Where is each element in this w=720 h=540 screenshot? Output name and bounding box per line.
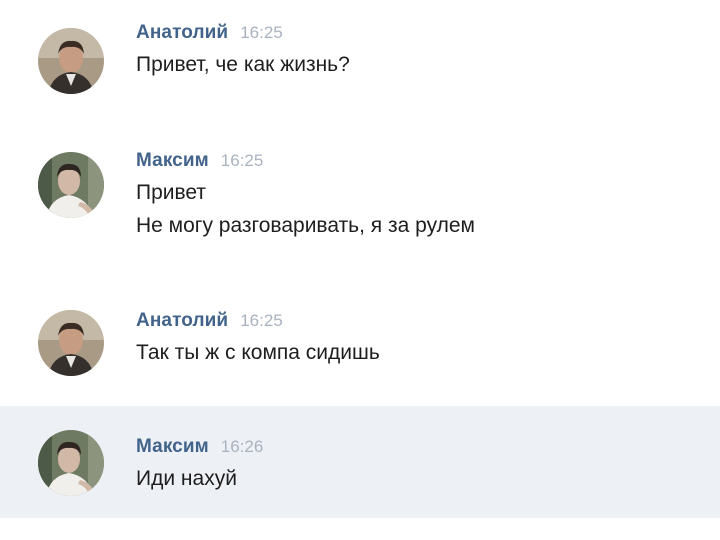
user-avatar-icon — [38, 430, 104, 496]
author-name[interactable]: Максим — [136, 150, 209, 171]
avatar[interactable] — [38, 310, 104, 376]
message-text: Привет — [136, 181, 207, 204]
message-item: Анатолий 16:25 Так ты ж с компа сидишь — [0, 298, 720, 398]
message-item: Максим 16:25 Привет Не могу разговаривать… — [0, 138, 720, 268]
message-text: Так ты ж с компа сидишь — [136, 341, 380, 364]
avatar[interactable] — [38, 430, 104, 496]
avatar[interactable] — [38, 152, 104, 218]
message-text: Не могу разговаривать, я за рулем — [136, 214, 475, 237]
message-text: Привет, че как жизнь? — [136, 53, 350, 76]
author-name[interactable]: Анатолий — [136, 310, 228, 331]
message-item-highlighted: Максим 16:26 Иди нахуй — [0, 406, 720, 518]
avatar[interactable] — [38, 28, 104, 94]
message-time: 16:25 — [240, 311, 283, 330]
user-avatar-icon — [38, 28, 104, 94]
message-time: 16:25 — [240, 23, 283, 42]
user-avatar-icon — [38, 152, 104, 218]
message-time: 16:25 — [220, 151, 264, 170]
message-time: 16:26 — [220, 437, 264, 456]
user-avatar-icon — [38, 310, 104, 376]
author-name[interactable]: Максим — [136, 436, 209, 457]
author-name[interactable]: Анатолий — [136, 22, 228, 43]
message-text: Иди нахуй — [136, 467, 237, 490]
chat-history: Анатолий 16:25 Привет, че как жизнь? Макс… — [0, 0, 720, 540]
message-item: Анатолий 16:25 Привет, че как жизнь? — [0, 16, 720, 106]
